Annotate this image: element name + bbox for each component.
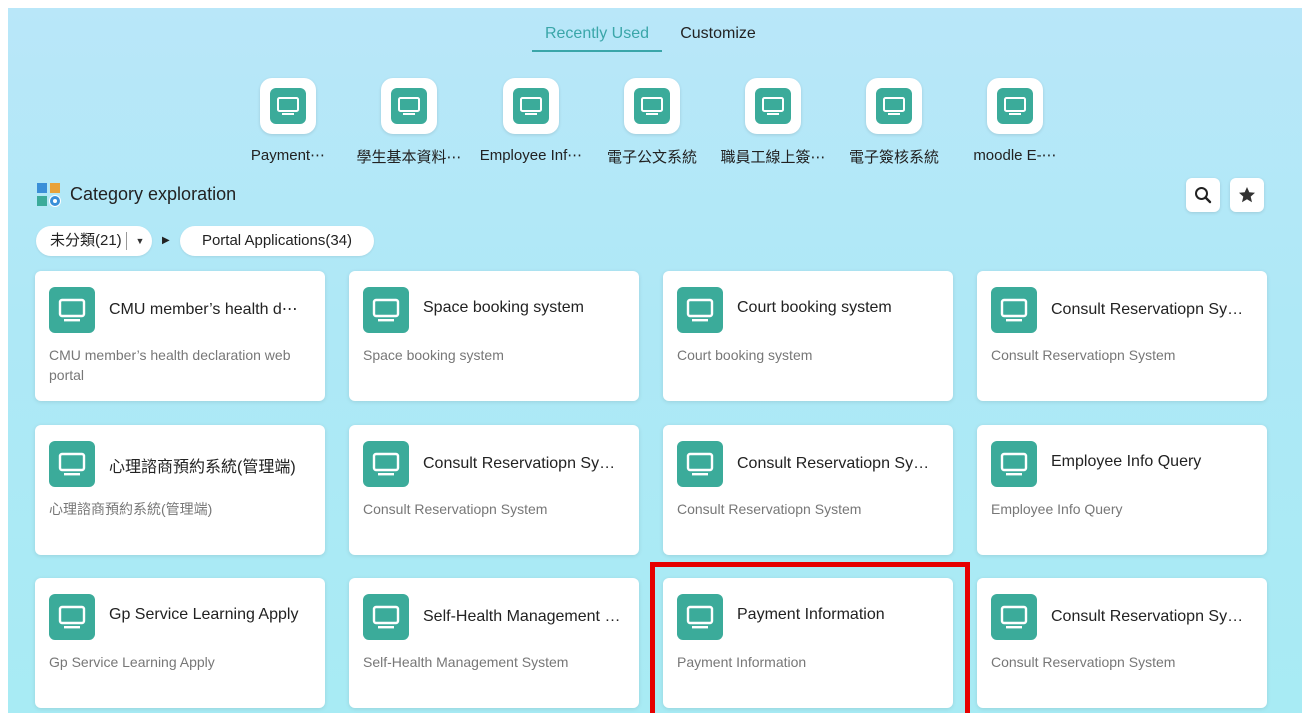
app-card-description: Consult Reservatiopn System <box>677 501 862 517</box>
monitor-icon <box>363 441 409 487</box>
app-card[interactable]: Gp Service Learning Apply Gp Service Lea… <box>35 578 325 708</box>
recent-app-tile <box>503 78 559 134</box>
app-card-title: Consult Reservatiopn Syst⋯ <box>737 455 937 472</box>
recent-app-staff-signin[interactable]: 職員工線上簽⋯ <box>715 78 831 168</box>
caret-right-icon: ▶ <box>162 235 170 246</box>
app-card[interactable]: Consult Reservatiopn Syst⋯ Consult Reser… <box>977 271 1267 401</box>
recent-app-student-data[interactable]: 學生基本資料⋯ <box>351 78 467 168</box>
recent-app-tile <box>381 78 437 134</box>
recent-app-label: 電子簽核系統 <box>848 149 939 166</box>
recent-app-label: Employee Inf⋯ <box>479 147 583 164</box>
search-button[interactable] <box>1186 178 1220 212</box>
portal-page: Recently Used Customize Payment⋯ 學生基本資料⋯… <box>8 8 1302 713</box>
monitor-icon <box>997 88 1033 124</box>
app-card-title: 心理諮商預約系統(管理端) <box>109 459 296 476</box>
monitor-icon <box>270 88 306 124</box>
app-card[interactable]: Court booking system Court booking syste… <box>663 271 953 401</box>
app-card-description: CMU member’s health declaration web port… <box>49 347 291 383</box>
app-card[interactable]: CMU member’s health d⋯ CMU member’s heal… <box>35 271 325 401</box>
app-card[interactable]: Consult Reservatiopn Syst⋯ Consult Reser… <box>349 425 639 555</box>
category-title: Category exploration <box>70 184 237 204</box>
recent-app-tile <box>260 78 316 134</box>
recent-app-tile <box>866 78 922 134</box>
app-card-description: Employee Info Query <box>991 501 1123 517</box>
monitor-icon <box>991 441 1037 487</box>
breadcrumb-portal-applications[interactable]: Portal Applications(34) <box>180 226 374 256</box>
monitor-icon <box>391 88 427 124</box>
app-card-description: 心理諮商預約系統(管理端) <box>49 501 213 517</box>
app-card-title: Gp Service Learning Apply <box>109 606 299 623</box>
monitor-icon <box>755 88 791 124</box>
recent-app-label: 學生基本資料⋯ <box>356 149 462 166</box>
tab-recently-used[interactable]: Recently Used <box>532 22 662 52</box>
app-card-description: Self-Health Management System <box>363 654 569 670</box>
app-card[interactable]: 心理諮商預約系統(管理端) 心理諮商預約系統(管理端) <box>35 425 325 555</box>
app-card-title: Payment Information <box>737 606 885 623</box>
monitor-icon <box>49 594 95 640</box>
app-card-title: Space booking system <box>423 299 584 316</box>
app-card-title: Consult Reservatiopn Syst⋯ <box>1051 301 1251 318</box>
tab-customize[interactable]: Customize <box>672 22 764 52</box>
monitor-icon <box>49 287 95 333</box>
star-icon <box>1239 187 1255 203</box>
app-card-title: Employee Info Query <box>1051 453 1202 470</box>
category-grid-icon <box>36 182 62 208</box>
app-card-description: Consult Reservatiopn System <box>991 347 1176 363</box>
app-card-title: Self-Health Management S⋯ <box>423 608 623 625</box>
app-card-title: Court booking system <box>737 299 892 316</box>
search-icon <box>1195 187 1212 204</box>
recent-app-label: Payment⋯ <box>250 147 326 164</box>
tab-bar: Recently Used Customize <box>8 22 1302 54</box>
recent-app-tile <box>987 78 1043 134</box>
recent-app-moodle[interactable]: moodle E-⋯ <box>957 78 1073 168</box>
app-card-payment-information[interactable]: Payment Information Payment Information <box>663 578 953 708</box>
monitor-icon <box>363 594 409 640</box>
app-card-title: Consult Reservatiopn Syst⋯ <box>423 455 623 472</box>
monitor-icon <box>634 88 670 124</box>
app-card[interactable]: Consult Reservatiopn Syst⋯ Consult Reser… <box>977 578 1267 708</box>
app-card[interactable]: Consult Reservatiopn Syst⋯ Consult Reser… <box>663 425 953 555</box>
monitor-icon <box>677 594 723 640</box>
recent-app-tile <box>745 78 801 134</box>
recent-app-employee-info[interactable]: Employee Inf⋯ <box>473 78 589 168</box>
monitor-icon <box>991 594 1037 640</box>
monitor-icon <box>677 287 723 333</box>
recent-app-approval-system[interactable]: 電子簽核系統 <box>836 78 952 168</box>
app-card-description: Payment Information <box>677 654 807 670</box>
app-card-description: Gp Service Learning Apply <box>49 654 215 670</box>
app-card[interactable]: Space booking system Space booking syste… <box>349 271 639 401</box>
app-card-description: Consult Reservatiopn System <box>991 654 1176 670</box>
favorites-button[interactable] <box>1230 178 1264 212</box>
divider <box>126 232 127 250</box>
app-card-description: Court booking system <box>677 347 813 363</box>
app-card-title: CMU member’s health d⋯ <box>109 301 298 318</box>
app-card-title: Consult Reservatiopn Syst⋯ <box>1051 608 1251 625</box>
app-card[interactable]: Employee Info Query Employee Info Query <box>977 425 1267 555</box>
recent-app-tile <box>624 78 680 134</box>
monitor-icon <box>513 88 549 124</box>
recent-app-payment[interactable]: Payment⋯ <box>230 78 346 168</box>
monitor-icon <box>876 88 912 124</box>
monitor-icon <box>991 287 1037 333</box>
uncategorized-dropdown[interactable]: 未分類(21) ▼ <box>36 226 152 256</box>
monitor-icon <box>49 441 95 487</box>
app-card[interactable]: Self-Health Management S⋯ Self-Health Ma… <box>349 578 639 708</box>
uncategorized-label: 未分類(21) <box>50 232 122 249</box>
recent-app-label: 電子公文系統 <box>606 149 697 166</box>
app-card-description: Space booking system <box>363 347 504 363</box>
recent-app-label: moodle E-⋯ <box>973 147 1057 164</box>
monitor-icon <box>677 441 723 487</box>
caret-down-icon: ▼ <box>135 236 145 246</box>
monitor-icon <box>363 287 409 333</box>
recent-app-document-system[interactable]: 電子公文系統 <box>594 78 710 168</box>
recent-app-label: 職員工線上簽⋯ <box>720 149 826 166</box>
app-card-description: Consult Reservatiopn System <box>363 501 548 517</box>
